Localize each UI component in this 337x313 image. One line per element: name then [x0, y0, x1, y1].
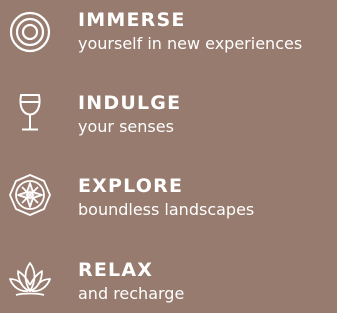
feature-subtitle: and recharge — [78, 284, 185, 303]
lotus-icon — [8, 257, 52, 301]
compass-icon — [8, 173, 52, 217]
feature-item-indulge: INDULGE your senses — [0, 85, 337, 145]
feature-subtitle: your senses — [78, 117, 174, 136]
feature-subtitle: boundless landscapes — [78, 200, 255, 219]
feature-title: IMMERSE — [78, 9, 186, 31]
feature-item-explore: EXPLORE boundless landscapes — [0, 169, 337, 229]
feature-subtitle: yourself in new experiences — [78, 34, 303, 53]
wine-glass-icon — [8, 90, 52, 134]
feature-title: RELAX — [78, 259, 154, 281]
features-panel: IMMERSE yourself in new experiences INDU… — [0, 0, 337, 311]
feature-item-relax: RELAX and recharge — [0, 253, 337, 313]
feature-title: EXPLORE — [78, 175, 184, 197]
feature-title: INDULGE — [78, 92, 182, 114]
concentric-circles-icon — [8, 10, 52, 54]
feature-item-immerse: IMMERSE yourself in new experiences — [0, 2, 337, 62]
